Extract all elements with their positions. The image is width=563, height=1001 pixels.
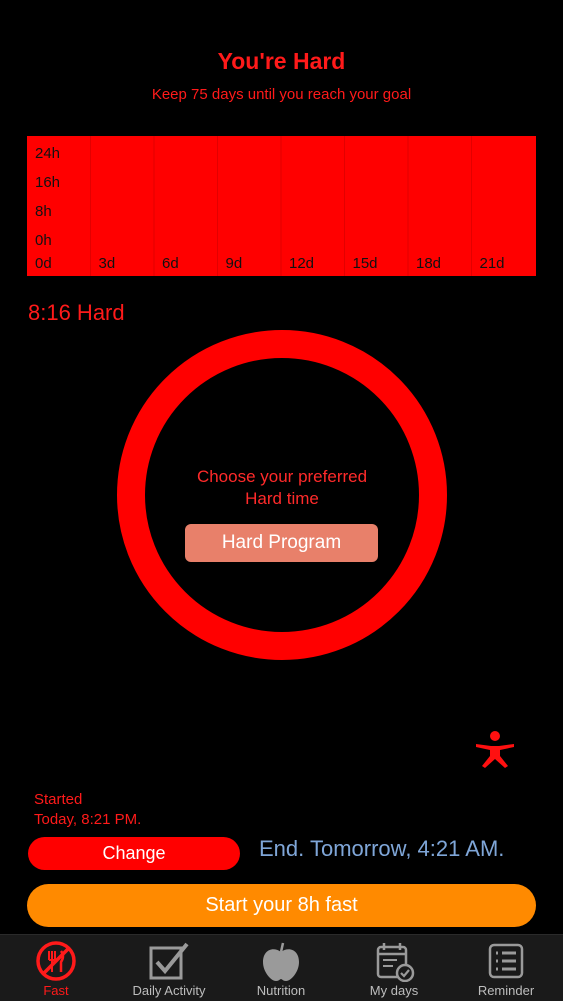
x-tick-label: 3d xyxy=(99,255,116,272)
change-button[interactable]: Change xyxy=(28,837,240,870)
start-fast-button[interactable]: Start your 8h fast xyxy=(27,884,536,927)
x-tick-label: 0d xyxy=(35,255,52,272)
tab-daily-activity[interactable]: Daily Activity xyxy=(113,935,225,1001)
tab-bar: Fast Daily Activity Nutrition My days Re… xyxy=(0,934,563,1001)
tab-reminder-label: Reminder xyxy=(477,983,535,998)
program-prompt: Choose your preferred Hard time xyxy=(117,466,447,510)
started-label: Started xyxy=(34,791,83,808)
hard-program-button[interactable]: Hard Program xyxy=(185,524,378,562)
calendar-icon xyxy=(376,943,415,982)
tab-fast[interactable]: Fast xyxy=(0,935,112,1001)
tab-nutrition[interactable]: Nutrition xyxy=(225,935,337,1001)
started-time: Today, 8:21 PM. xyxy=(34,811,142,828)
tab-daily-activity-label: Daily Activity xyxy=(132,983,206,998)
y-tick-label: 16h xyxy=(35,174,60,191)
page-subtitle: Keep 75 days until you reach your goal xyxy=(151,86,412,103)
tab-my-days-label: My days xyxy=(369,983,419,998)
tab-nutrition-label: Nutrition xyxy=(256,983,306,998)
no-food-icon xyxy=(36,941,76,981)
program-prompt-line2: Hard time xyxy=(245,489,319,508)
y-tick-label: 0h xyxy=(35,232,52,249)
x-tick-label: 12d xyxy=(289,255,314,272)
chart-svg: 24h 16h 8h 0h 0d 3d 6d 9d 12d 15d 18d 21d xyxy=(35,136,505,276)
x-tick-label: 15d xyxy=(353,255,378,272)
tab-fast-label: Fast xyxy=(43,983,69,998)
end-time: End. Tomorrow, 4:21 AM. xyxy=(259,836,505,861)
list-icon xyxy=(488,943,524,979)
page-title: You're Hard xyxy=(217,48,346,74)
fasting-chart: 24h 16h 8h 0h 0d 3d 6d 9d 12d 15d 18d 21d xyxy=(27,136,536,276)
x-tick-label: 18d xyxy=(416,255,441,272)
y-tick-label: 24h xyxy=(35,145,60,162)
yoga-pose-icon[interactable] xyxy=(472,728,518,774)
x-tick-label: 6d xyxy=(162,255,179,272)
tab-my-days[interactable]: My days xyxy=(338,935,450,1001)
tab-reminder[interactable]: Reminder xyxy=(450,935,562,1001)
x-tick-label: 21d xyxy=(480,255,505,272)
program-name: 8:16 Hard xyxy=(28,300,125,325)
program-prompt-line1: Choose your preferred xyxy=(196,467,368,486)
checkbox-icon xyxy=(149,942,189,980)
x-tick-label: 9d xyxy=(226,255,243,272)
apple-icon xyxy=(263,942,299,981)
y-tick-label: 8h xyxy=(35,203,52,220)
